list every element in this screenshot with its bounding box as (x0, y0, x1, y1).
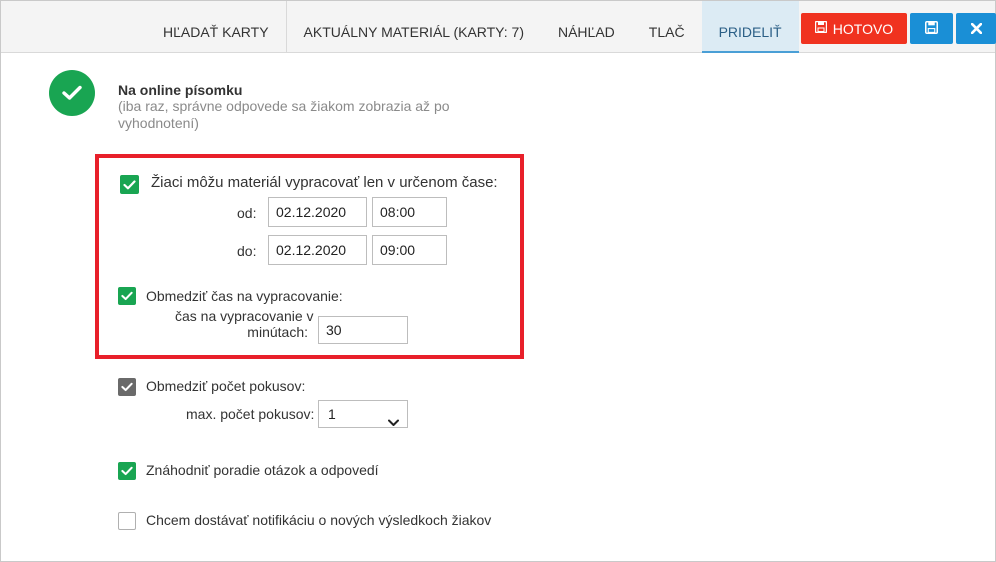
check-icon (123, 179, 136, 189)
max-attempts-select[interactable]: 1 (318, 400, 408, 428)
top-toolbar: HĽADAŤ KARTY AKTUÁLNY MATERIÁL (KARTY: 7… (1, 1, 996, 53)
minutes-input[interactable]: 30 (318, 316, 408, 344)
save-icon (924, 20, 939, 37)
check-icon (121, 291, 133, 301)
from-time-input[interactable]: 08:00 (372, 197, 447, 227)
checkmark-circle-icon (49, 70, 95, 116)
notify-label: Chcem dostávať notifikáciu o nových výsl… (146, 512, 492, 528)
page-subtitle: (iba raz, správne odpovede sa žiakom zob… (118, 98, 450, 131)
from-label: od: (237, 205, 257, 221)
max-attempts-value: 1 (328, 406, 336, 422)
attempts-label: Obmedziť počet pokusov: (146, 378, 306, 394)
to-time-input[interactable]: 09:00 (372, 235, 447, 265)
done-button[interactable]: HOTOVO (801, 13, 907, 44)
tab-current-material[interactable]: AKTUÁLNY MATERIÁL (KARTY: 7) (285, 1, 541, 53)
notify-checkbox[interactable] (118, 512, 136, 530)
close-button[interactable] (956, 13, 996, 44)
shuffle-checkbox[interactable] (118, 462, 136, 480)
attempts-checkbox[interactable] (118, 378, 136, 396)
to-date-input[interactable]: 02.12.2020 (268, 235, 367, 265)
close-icon (970, 21, 982, 37)
tab-search-cards[interactable]: HĽADAŤ KARTY (146, 1, 286, 53)
tab-print[interactable]: TLAČ (632, 1, 702, 53)
from-date-input[interactable]: 02.12.2020 (268, 197, 367, 227)
done-label: HOTOVO (832, 20, 894, 37)
check-icon (121, 466, 133, 476)
minutes-label-line2: minútach: (247, 324, 308, 340)
minutes-label-line1: čas na vypracovanie v (175, 308, 314, 324)
to-label: do: (237, 243, 257, 259)
shuffle-label: Znáhodniť poradie otázok a odpovedí (146, 462, 379, 478)
page-title: Na online písomku (118, 82, 243, 98)
schedule-label: Žiaci môžu materiál vypracovať len v urč… (151, 174, 498, 191)
chevron-down-icon (388, 409, 399, 435)
time-limit-checkbox[interactable] (118, 287, 136, 305)
max-attempts-label: max. počet pokusov: (186, 406, 315, 422)
tab-assign[interactable]: PRIDELIŤ (701, 1, 799, 53)
tab-bar: HĽADAŤ KARTY AKTUÁLNY MATERIÁL (KARTY: 7… (146, 1, 799, 53)
save-button[interactable] (910, 13, 953, 44)
floppy-icon (814, 20, 827, 36)
tab-preview[interactable]: NÁHĽAD (541, 1, 632, 53)
schedule-checkbox[interactable] (120, 175, 139, 194)
time-limit-label: Obmedziť čas na vypracovanie: (146, 288, 343, 304)
check-icon (121, 382, 133, 392)
